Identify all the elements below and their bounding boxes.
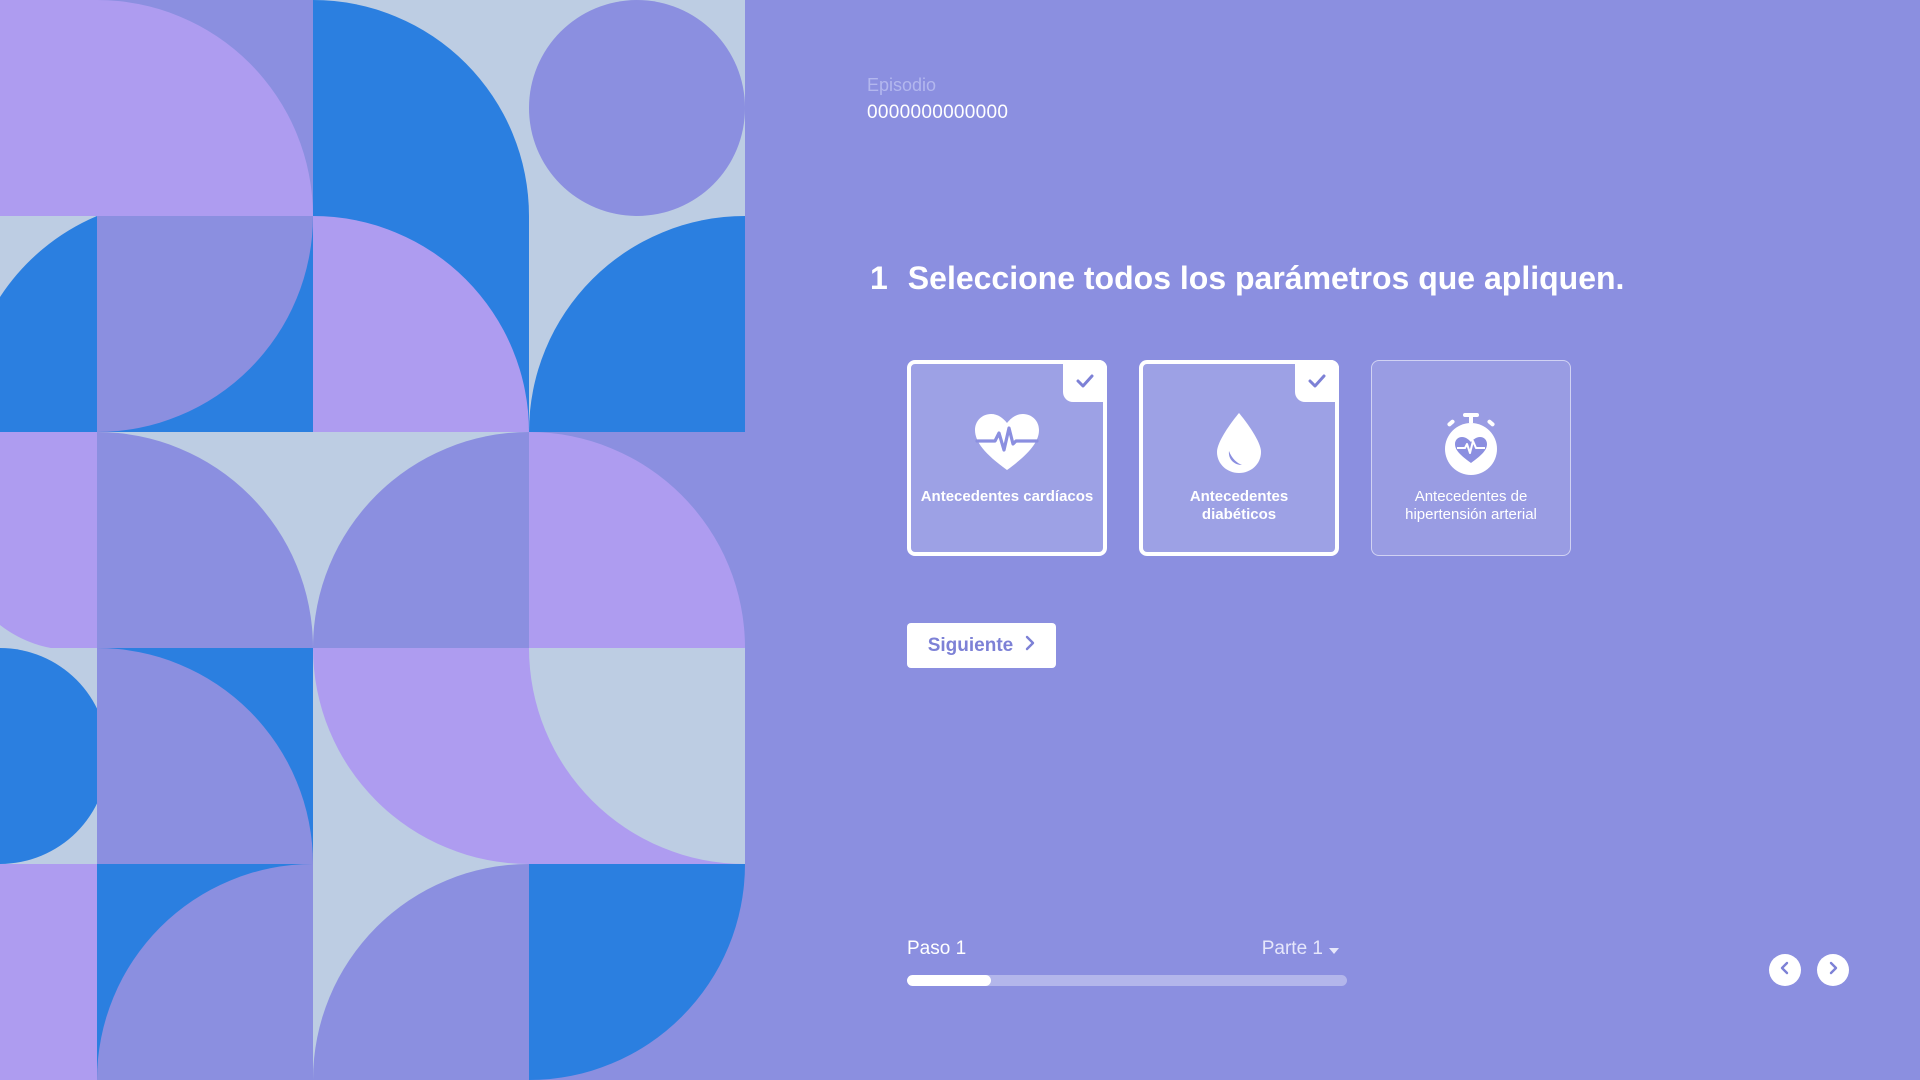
progress-fill	[907, 975, 991, 986]
caret-down-icon	[1329, 938, 1339, 960]
option-diabetic-history[interactable]: Antecedentes diabéticos	[1139, 360, 1339, 556]
question-title: 1 Seleccione todos los parámetros que apl…	[870, 260, 1624, 297]
episode-value: 0000000000000	[867, 102, 1009, 123]
episode-header: Episodio 0000000000000	[867, 74, 1008, 125]
option-label: Antecedentes diabéticos	[1189, 488, 1289, 523]
heart-stopwatch-icon	[1438, 413, 1504, 475]
question-text: Seleccione todos los parámetros que apli…	[907, 260, 1625, 296]
option-label: Antecedentes de hipertensión arterial	[1405, 488, 1537, 523]
step-label: Paso 1	[907, 938, 967, 959]
forward-button[interactable]	[1817, 954, 1849, 986]
option-hypertension-history[interactable]: Antecedentes de hipertensión arterial	[1371, 360, 1571, 556]
next-button-label: Siguiente	[927, 634, 1014, 656]
progress-track	[907, 975, 1347, 986]
part-label: Parte 1	[1261, 938, 1323, 959]
options-group: Antecedentes cardíacos Antecedentes diab…	[907, 360, 1571, 556]
option-cardiac-history[interactable]: Antecedentes cardíacos	[907, 360, 1107, 556]
part-selector[interactable]: Parte 1	[1262, 938, 1339, 960]
geometric-pattern-graphic	[0, 0, 745, 1080]
chevron-left-icon	[1780, 961, 1790, 980]
previous-button[interactable]	[1769, 954, 1801, 986]
episode-label: Episodio	[867, 75, 937, 95]
checkmark-icon	[1295, 360, 1339, 402]
chevron-right-icon	[1025, 635, 1035, 657]
option-label: Antecedentes cardíacos	[920, 488, 1094, 505]
checkmark-icon	[1063, 360, 1107, 402]
question-number: 1	[870, 260, 888, 296]
next-button[interactable]: Siguiente	[907, 623, 1056, 668]
heart-pulse-icon	[974, 412, 1040, 474]
blood-drop-icon	[1206, 412, 1272, 474]
chevron-right-icon	[1828, 961, 1838, 980]
decorative-art-panel	[0, 0, 745, 1080]
survey-page: Episodio 0000000000000 1 Seleccione todos…	[0, 0, 1920, 1080]
